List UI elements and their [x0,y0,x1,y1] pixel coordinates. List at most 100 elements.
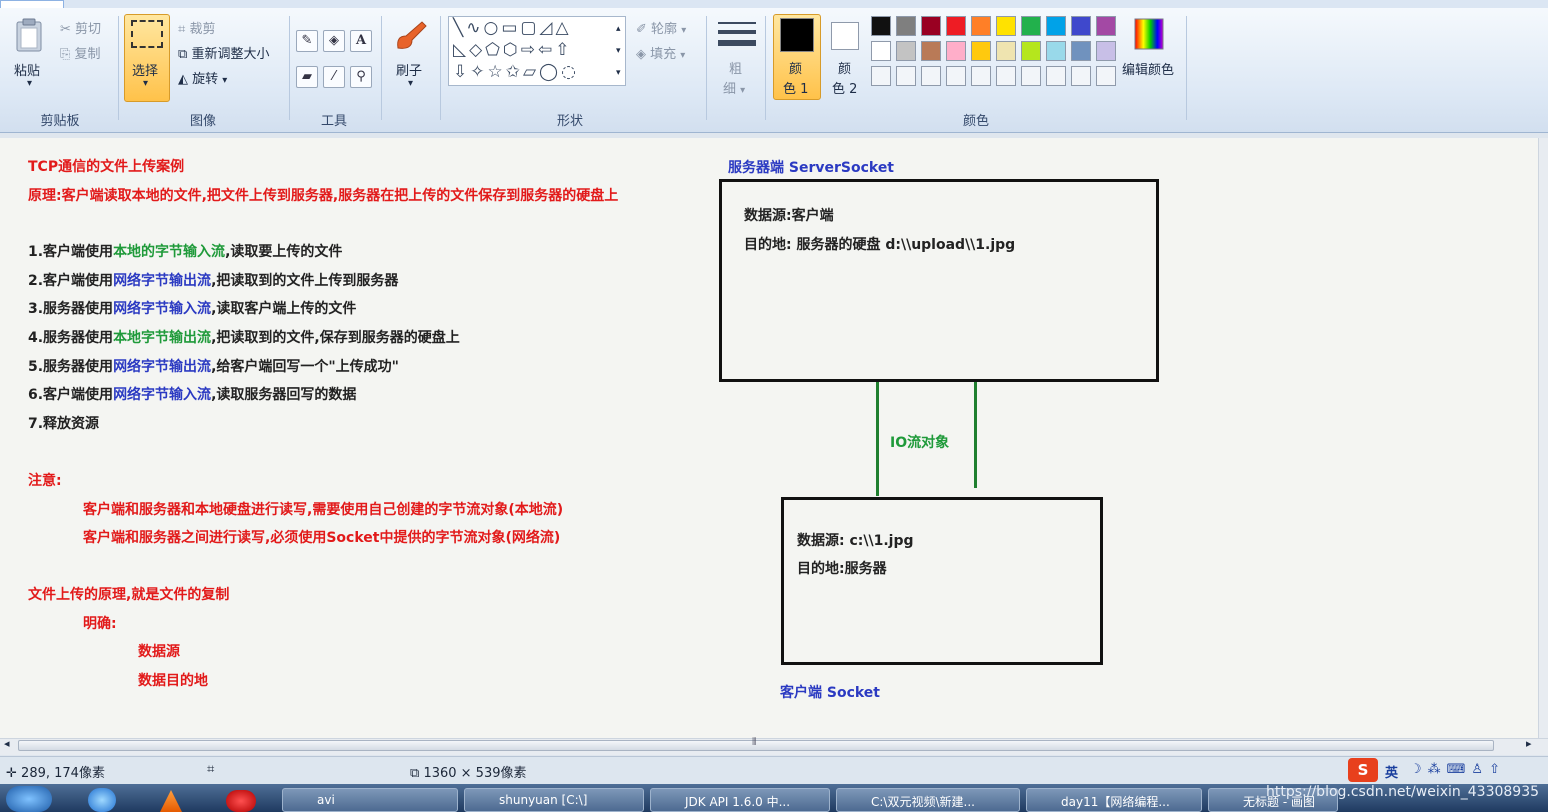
paste-dropdown-icon[interactable]: ▾ [27,78,32,89]
ime-logo-icon[interactable]: S [1348,758,1378,782]
custom-color-swatch[interactable] [921,66,941,86]
rotate-icon: ◭ [178,72,188,87]
start-button[interactable] [6,786,52,812]
palette-swatch[interactable] [1021,41,1041,61]
paste-button[interactable] [14,18,44,52]
palette-swatch[interactable] [946,16,966,36]
palette-swatch[interactable] [946,41,966,61]
palette-swatch[interactable] [1046,41,1066,61]
clipboard-group-label: 剪贴板 [40,114,80,129]
palette-swatch[interactable] [1096,41,1116,61]
step-item: 4.服务器使用本地字节输出流,把读取到的文件,保存到服务器的硬盘上 [28,330,460,347]
custom-color-swatch[interactable] [871,66,891,86]
shapes-scroll-icon[interactable]: ▴ ▾ ▾ [616,18,621,84]
palette-swatch[interactable] [996,16,1016,36]
text-tool-icon[interactable]: A [350,30,372,52]
custom-color-swatch[interactable] [1071,66,1091,86]
scroll-right-icon[interactable]: ▸ [1526,737,1532,750]
custom-color-swatch[interactable] [996,66,1016,86]
rotate-button[interactable]: ◭ 旋转 ▾ [178,68,227,87]
custom-color-swatch[interactable] [1046,66,1066,86]
tools-group-label: 工具 [320,114,347,129]
ime-toolbar-icons[interactable]: ☽⁂⌨♙⇧ [1410,762,1506,777]
step-item: 6.客户端使用网络字节输入流,读取服务器回写的数据 [28,387,357,404]
fill-label: 填充 [650,47,677,62]
palette-swatch[interactable] [971,41,991,61]
shapes-gallery[interactable]: ╲∿○▭▢◿△ ◺◇⬠⬡⇨⇦⇧ ⇩✧☆✩▱◯◌ [448,16,626,86]
palette-swatch[interactable] [921,41,941,61]
separator [765,16,766,120]
color2-label-top: 颜 [838,62,852,77]
palette-swatch[interactable] [921,16,941,36]
size-label-bottom: 细 ▾ [723,82,746,97]
ie-icon[interactable] [88,788,116,812]
magnifier-icon[interactable]: ⚲ [350,66,372,88]
taskbar-item-explorer[interactable]: C:\双元视频\新建... [836,788,1020,812]
tab-home[interactable] [0,0,64,8]
vertical-scrollbar[interactable] [1538,138,1548,738]
copy-label: 复制 [74,47,101,62]
size-label-top: 粗 [729,62,743,77]
outline-button[interactable]: ✐ 轮廓 ▾ [636,18,686,37]
data-source-label: 数据源 [138,644,180,660]
palette-swatch[interactable] [896,16,916,36]
taskbar-item-avi[interactable]: avi [282,788,458,812]
taskbar-item-day11[interactable]: day11【网络编程... [1026,788,1202,812]
color-picker-icon[interactable]: ⁄ [323,66,345,88]
palette-swatch[interactable] [1096,16,1116,36]
palette-swatch[interactable] [996,41,1016,61]
taskbar-item-jdk-api[interactable]: JDK API 1.6.0 中... [650,788,830,812]
custom-color-swatch[interactable] [971,66,991,86]
crop-button[interactable]: ⌗ 裁剪 [178,18,215,37]
server-source: 数据源:客户端 [744,208,834,224]
status-bar [0,756,1548,785]
custom-color-swatch[interactable] [896,66,916,86]
palette-swatch[interactable] [1021,16,1041,36]
size-button[interactable] [718,20,756,50]
copy-button[interactable]: ⎘ 复制 [60,43,101,62]
copy-icon: ⎘ [60,47,71,62]
shapes-row-1: ╲∿○▭▢◿△ [453,18,572,38]
outline-icon: ✐ [636,22,647,37]
palette-swatch[interactable] [971,16,991,36]
separator [381,16,382,120]
ime-mode[interactable]: 英 [1385,762,1398,781]
palette-swatch[interactable] [1046,16,1066,36]
fill-button[interactable]: ◈ 填充 ▾ [636,43,685,62]
eraser-icon[interactable]: ▰ [296,66,318,88]
fill-icon: ◈ [636,47,646,62]
custom-color-swatch[interactable] [1021,66,1041,86]
client-destination: 目的地:服务器 [797,561,887,577]
resize-button[interactable]: ⧉ 重新调整大小 [178,43,269,62]
brush-button[interactable] [392,18,430,54]
taskbar-item-intellij[interactable]: shunyuan [C:\] [464,788,644,812]
note-network-stream: 客户端和服务器之间进行读写,必须使用Socket中提供的字节流对象(网络流) [83,530,561,546]
cut-button[interactable]: ✂ 剪切 [60,18,101,37]
select-dropdown-icon[interactable]: ▾ [143,78,148,89]
custom-color-swatch[interactable] [946,66,966,86]
scroll-left-icon[interactable]: ◂ [4,737,10,750]
separator [118,16,119,120]
color-palette[interactable] [871,16,1121,88]
record-icon[interactable] [226,790,256,812]
palette-swatch[interactable] [1071,41,1091,61]
custom-color-swatch[interactable] [1096,66,1116,86]
server-destination: 目的地: 服务器的硬盘 d:\\upload\\1.jpg [744,237,1016,253]
cursor-position: ✛ 289, 174像素 [6,762,105,781]
image-size-icon: ⧉ [410,766,420,781]
step-list: 1.客户端使用本地的字节输入流,读取要上传的文件 2.客户端使用网络字节输出流,… [28,241,460,442]
separator [706,16,707,120]
select-label: 选择 [132,64,159,79]
color2-swatch [831,22,859,50]
edit-colors-button[interactable] [1134,18,1164,50]
pencil-icon[interactable]: ✎ [296,30,318,52]
note-local-stream: 客户端和服务器和本地硬盘进行读写,需要使用自己创建的字节流对象(本地流) [83,502,564,518]
brush-dropdown-icon[interactable]: ▾ [408,78,413,89]
palette-swatch[interactable] [871,16,891,36]
fill-bucket-icon[interactable]: ◈ [323,30,345,52]
palette-swatch[interactable] [1071,16,1091,36]
upload-principle: 文件上传的原理,就是文件的复制 [28,587,230,603]
palette-swatch[interactable] [871,41,891,61]
canvas-principle: 原理:客户端读取本地的文件,把文件上传到服务器,服务器在把上传的文件保存到服务器… [28,188,619,204]
palette-swatch[interactable] [896,41,916,61]
